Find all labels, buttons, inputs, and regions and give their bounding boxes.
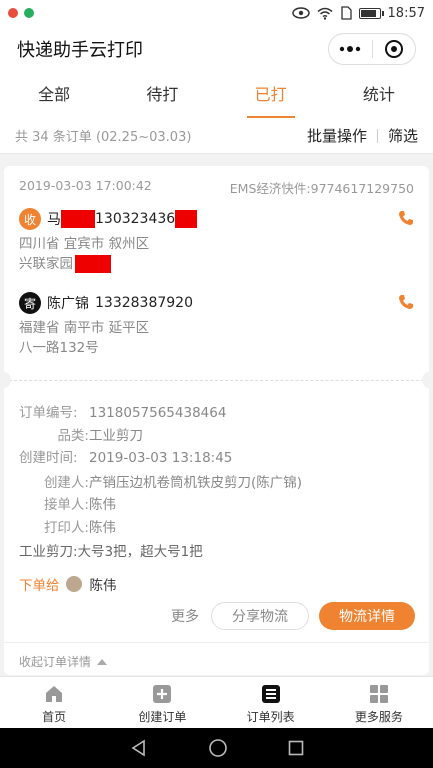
tabbar-more-services[interactable]: 更多服务 bbox=[325, 677, 433, 728]
collapse-details-button[interactable]: 收起订单详情 bbox=[19, 653, 108, 670]
order-note: 工业剪刀:大号3把，超大号1把 bbox=[19, 544, 203, 560]
tab-printed[interactable]: 已打 bbox=[217, 72, 325, 118]
assign-label: 下单给 bbox=[19, 577, 60, 594]
ticket-notch bbox=[422, 372, 433, 388]
tab-statistics[interactable]: 统计 bbox=[325, 72, 433, 118]
carrier-tracking: EMS经济快件:9774617129750 bbox=[229, 181, 414, 196]
ticket-notch bbox=[0, 372, 11, 388]
redaction-mark bbox=[61, 210, 95, 228]
clock: 18:57 bbox=[387, 5, 425, 21]
sender-address-line2: 八一路132号 bbox=[19, 340, 99, 356]
sender-name: 陈广锦 bbox=[47, 296, 89, 312]
receiver-person-value: 陈伟 bbox=[89, 497, 116, 513]
avatar bbox=[65, 575, 82, 592]
more-button[interactable]: 更多 bbox=[171, 606, 199, 626]
wifi-icon bbox=[317, 7, 333, 20]
recents-icon[interactable] bbox=[288, 740, 304, 756]
sender-address-line1: 福建省 南平市 延平区 bbox=[19, 320, 150, 336]
receiver-phone: 130323436 bbox=[95, 211, 176, 227]
order-count: 共 34 条订单 (02.25~03.03) bbox=[15, 130, 192, 145]
caret-up-icon bbox=[97, 658, 108, 665]
redaction-mark bbox=[175, 210, 198, 228]
ticket-divider bbox=[4, 380, 429, 381]
tabbar-label: 更多服务 bbox=[354, 710, 403, 724]
more-dots-icon bbox=[340, 46, 361, 52]
call-sender-icon[interactable] bbox=[398, 294, 414, 310]
order-list-icon bbox=[261, 685, 280, 703]
order-card-header: 2019-03-03 17:00:42 EMS经济快件:977461712975… bbox=[4, 166, 429, 197]
sender-phone: 13328387920 bbox=[95, 295, 193, 311]
more-menu-button[interactable] bbox=[329, 34, 372, 64]
order-summary-bar: 共 34 条订单 (02.25~03.03) 批量操作 筛选 bbox=[0, 118, 433, 154]
card-separator bbox=[4, 642, 429, 643]
collapse-label: 收起订单详情 bbox=[19, 655, 92, 669]
grid-icon bbox=[369, 685, 388, 703]
printer-person-value: 陈伟 bbox=[89, 519, 116, 536]
receiver-block: 收 马 130323436 四川省 宜宾市 叙州区 兴联家园 bbox=[19, 208, 414, 274]
system-icons: 18:57 bbox=[291, 5, 425, 21]
actions-divider bbox=[376, 128, 378, 143]
title-bar: 快递助手云打印 bbox=[0, 26, 433, 72]
tabbar-label: 首页 bbox=[42, 710, 67, 724]
system-navigation-bar bbox=[0, 728, 433, 768]
order-no-value: 1318057565438464 bbox=[89, 405, 227, 421]
batch-operation-button[interactable]: 批量操作 bbox=[307, 125, 367, 146]
category-value: 工业剪刀 bbox=[89, 427, 143, 444]
bottom-tab-bar: 首页 创建订单 订单列表 更多服务 bbox=[0, 676, 433, 728]
home-icon bbox=[46, 686, 63, 702]
receiver-address-line1: 四川省 宜宾市 叙州区 bbox=[19, 236, 150, 252]
created-time-label: 创建时间: bbox=[19, 450, 78, 466]
share-logistics-button[interactable]: 分享物流 bbox=[211, 602, 309, 630]
creator-label: 创建人: bbox=[43, 474, 89, 491]
app-notification-icon bbox=[24, 8, 34, 18]
notification-icons bbox=[8, 8, 34, 18]
receiver-person-label: 接单人: bbox=[43, 497, 89, 513]
order-no-label: 订单编号: bbox=[19, 405, 78, 421]
receiver-badge: 收 bbox=[19, 208, 41, 230]
eye-icon bbox=[291, 7, 310, 19]
mini-program-capsule bbox=[328, 33, 416, 65]
back-icon[interactable] bbox=[130, 739, 148, 757]
redaction-mark bbox=[75, 255, 111, 273]
page-title: 快递助手云打印 bbox=[17, 40, 143, 61]
tabbar-label: 订单列表 bbox=[246, 710, 295, 724]
order-details: 订单编号: 1318057565438464 品类: 工业剪刀 创建时间: 2019-… bbox=[19, 402, 414, 594]
category-label: 品类: bbox=[57, 427, 89, 444]
close-mini-program-button[interactable] bbox=[373, 34, 416, 64]
app-notification-icon bbox=[8, 8, 18, 18]
filter-button[interactable]: 筛选 bbox=[388, 125, 418, 146]
tabbar-create-order[interactable]: 创建订单 bbox=[108, 677, 216, 728]
assignee-name: 陈伟 bbox=[89, 577, 117, 594]
order-datetime: 2019-03-03 17:00:42 bbox=[19, 178, 152, 193]
tabbar-order-list[interactable]: 订单列表 bbox=[217, 677, 325, 728]
order-tabs: 全部 待打 已打 统计 bbox=[0, 72, 433, 118]
status-bar: 18:57 bbox=[0, 0, 433, 26]
printer-person-label: 打印人: bbox=[43, 519, 89, 536]
order-actions: 更多 分享物流 物流详情 bbox=[171, 602, 415, 630]
created-time-value: 2019-03-03 13:18:45 bbox=[89, 450, 233, 466]
battery-level bbox=[360, 9, 376, 17]
summary-actions: 批量操作 筛选 bbox=[307, 125, 418, 146]
assign-row: 下单给 陈伟 bbox=[19, 574, 414, 594]
sender-badge: 寄 bbox=[19, 292, 41, 314]
sim-icon bbox=[340, 6, 352, 20]
tabbar-home[interactable]: 首页 bbox=[0, 677, 108, 728]
sender-block: 寄 陈广锦 13328387920 福建省 南平市 延平区 八一路132号 bbox=[19, 292, 414, 358]
close-target-icon bbox=[384, 40, 403, 58]
creator-value: 产销压边机卷筒机铁皮剪刀(陈广锦) bbox=[89, 474, 303, 491]
tab-pending[interactable]: 待打 bbox=[108, 72, 216, 118]
receiver-name: 马 bbox=[47, 212, 61, 228]
call-receiver-icon[interactable] bbox=[398, 210, 414, 226]
tabbar-label: 创建订单 bbox=[138, 710, 187, 724]
order-card: 2019-03-03 17:00:42 EMS经济快件:977461712975… bbox=[0, 166, 433, 675]
battery-icon bbox=[358, 7, 384, 19]
tab-all[interactable]: 全部 bbox=[0, 72, 108, 118]
add-order-icon bbox=[153, 685, 172, 703]
logistics-detail-button[interactable]: 物流详情 bbox=[319, 602, 415, 630]
home-circle-icon[interactable] bbox=[208, 738, 228, 758]
receiver-address-line2: 兴联家园 bbox=[19, 256, 73, 272]
